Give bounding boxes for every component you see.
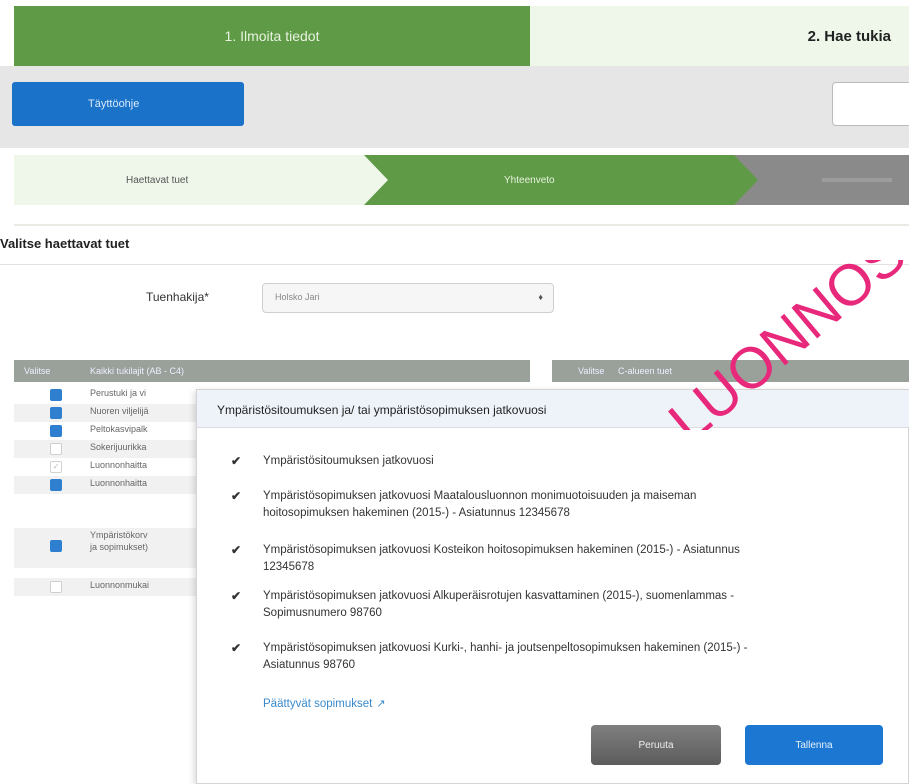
link-label: Päättyvät sopimukset bbox=[263, 698, 373, 710]
row-checkbox[interactable] bbox=[50, 425, 62, 437]
substep-summary[interactable]: Yhteenveto bbox=[364, 155, 758, 205]
applicant-select[interactable]: Holsko Jari ♦ bbox=[262, 283, 554, 313]
step-2[interactable]: 2. Hae tukia bbox=[530, 6, 909, 66]
row-label: Luonnonmukai bbox=[90, 580, 150, 590]
checkmark-icon[interactable]: ✔ bbox=[231, 542, 241, 559]
wizard-steps: 1. Ilmoita tiedot 2. Hae tukia bbox=[0, 6, 909, 66]
row-checkbox[interactable] bbox=[50, 540, 62, 552]
step-1-label: 1. Ilmoita tiedot bbox=[224, 28, 320, 44]
checkmark-icon[interactable]: ✔ bbox=[231, 488, 241, 505]
row-label-2: ja sopimukset) bbox=[90, 542, 149, 552]
row-label: Peltokasvipalk bbox=[90, 424, 148, 434]
step-1[interactable]: 1. Ilmoita tiedot bbox=[14, 6, 530, 66]
substep-1-label: Haettavat tuet bbox=[126, 174, 189, 186]
option-label: Ympäristösopimuksen jatkovuosi Alkuperäi… bbox=[263, 590, 735, 619]
sub-steps: Haettavat tuet Yhteenveto bbox=[0, 155, 909, 205]
row-label: Nuoren viljelijä bbox=[90, 406, 149, 416]
ended-contracts-link[interactable]: Päättyvät sopimukset ↗ bbox=[263, 697, 386, 710]
row-label: Perustuki ja vi bbox=[90, 388, 147, 398]
step-2-label: 2. Hae tukia bbox=[807, 27, 891, 45]
row-label: Luonnonhaitta bbox=[90, 478, 148, 488]
save-button[interactable]: Tallenna bbox=[745, 725, 883, 765]
option-label: Ympäristösitoumuksen jatkovuosi bbox=[263, 455, 434, 467]
divider bbox=[14, 224, 909, 226]
substep-3[interactable] bbox=[734, 155, 909, 205]
modal-header: Ympäristösitoumuksen ja/ tai ympäristöso… bbox=[197, 390, 909, 428]
table-header: Valitse Kaikki tukilajit (AB - C4) bbox=[14, 360, 530, 382]
col-c-header: C-alueen tuet bbox=[618, 366, 673, 376]
col-c-header-select: Valitse bbox=[578, 366, 605, 376]
row-checkbox[interactable]: ✓ bbox=[50, 461, 62, 473]
row-label: Ympäristökorv bbox=[90, 530, 148, 540]
toolbar: Täyttöohje bbox=[0, 66, 909, 148]
select-arrow-icon: ♦ bbox=[538, 292, 543, 302]
substep-selected-subsidies[interactable]: Haettavat tuet bbox=[14, 155, 388, 205]
row-label: Sokerijuurikka bbox=[90, 442, 147, 452]
section-title: Valitse haettavat tuet bbox=[0, 236, 130, 251]
toolbar-right-button[interactable] bbox=[832, 82, 909, 126]
applicant-value: Holsko Jari bbox=[275, 292, 320, 302]
substep-2-label: Yhteenveto bbox=[504, 174, 555, 186]
row-checkbox[interactable] bbox=[50, 407, 62, 419]
row-checkbox[interactable] bbox=[50, 443, 62, 455]
option-label: Ympäristösopimuksen jatkovuosi Kurki-, h… bbox=[263, 642, 748, 671]
checkmark-icon[interactable]: ✔ bbox=[231, 640, 241, 657]
cancel-button[interactable]: Peruuta bbox=[591, 725, 721, 765]
row-checkbox[interactable] bbox=[50, 581, 62, 593]
row-label: Luonnonhaitta bbox=[90, 460, 148, 470]
row-checkbox[interactable] bbox=[50, 479, 62, 491]
row-checkbox[interactable] bbox=[50, 389, 62, 401]
section-divider bbox=[0, 264, 909, 265]
substep-3-label bbox=[822, 178, 892, 182]
option-label: Ympäristösopimuksen jatkovuosi Kosteikon… bbox=[263, 544, 740, 573]
checkmark-icon[interactable]: ✔ bbox=[231, 453, 241, 470]
option-label: Ympäristösopimuksen jatkovuosi Maatalous… bbox=[263, 490, 697, 519]
checkmark-icon[interactable]: ✔ bbox=[231, 588, 241, 605]
modal-title: Ympäristösitoumuksen ja/ tai ympäristöso… bbox=[217, 403, 547, 417]
col-select-header: Valitse bbox=[24, 366, 51, 376]
table-header-c: Valitse C-alueen tuet bbox=[552, 360, 909, 382]
external-link-icon: ↗ bbox=[376, 698, 386, 710]
help-button[interactable]: Täyttöohje bbox=[12, 82, 244, 126]
modal-dialog: Ympäristösitoumuksen ja/ tai ympäristöso… bbox=[196, 389, 909, 784]
applicant-label: Tuenhakija* bbox=[146, 290, 209, 304]
col-all-header: Kaikki tukilajit (AB - C4) bbox=[90, 366, 185, 376]
